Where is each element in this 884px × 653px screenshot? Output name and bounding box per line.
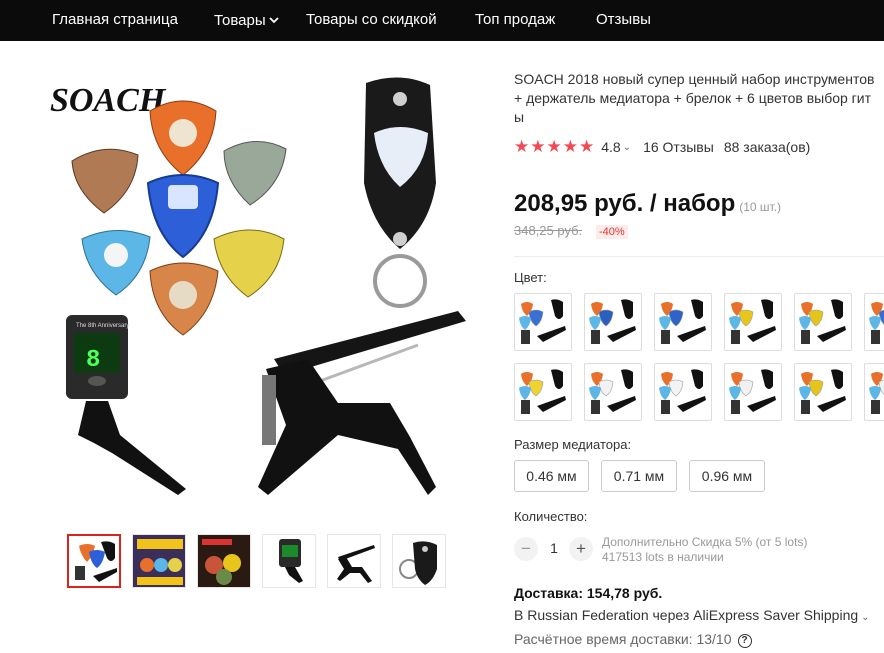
brand-logo: SOACH bbox=[50, 82, 167, 119]
chevron-down-icon[interactable]: ⌄ bbox=[623, 142, 631, 153]
nav-products-dropdown[interactable]: Товары bbox=[214, 0, 279, 41]
estimated-delivery: Расчётное время доставки: 13/10? bbox=[514, 631, 752, 648]
size-option-096[interactable]: 0.96 мм bbox=[689, 460, 765, 492]
old-price: 348,25 руб. bbox=[514, 223, 583, 238]
swatch-product-image bbox=[659, 369, 706, 414]
swatch-product-image bbox=[869, 372, 884, 414]
shipping-price: Доставка: 154,78 руб. bbox=[514, 585, 663, 601]
shipping-route-text: В Russian Federation через AliExpress Sa… bbox=[514, 607, 859, 623]
size-option-046[interactable]: 0.46 мм bbox=[514, 460, 589, 492]
color-swatch-5[interactable] bbox=[794, 293, 852, 351]
stock-availability: 417513 lots в наличии bbox=[602, 550, 724, 564]
color-swatch-3[interactable] bbox=[654, 293, 712, 351]
chevron-down-icon: ⌄ bbox=[861, 612, 870, 623]
swatch-product-image bbox=[729, 299, 776, 344]
quantity-info: Дополнительно Скидка 5% (от 5 lots) 4175… bbox=[602, 535, 807, 565]
thumbnail-1[interactable] bbox=[67, 534, 121, 588]
divider bbox=[514, 256, 884, 257]
snap-button bbox=[393, 232, 407, 246]
rating-score[interactable]: 4.8 bbox=[601, 139, 620, 155]
capo-pad bbox=[262, 375, 276, 445]
swatch-product-image bbox=[799, 299, 846, 344]
current-price: 208,95 руб. / набор (10 шт.) bbox=[514, 190, 781, 218]
bulk-discount-note: Дополнительно Скидка 5% (от 5 lots) bbox=[602, 535, 808, 549]
leather-keychain bbox=[364, 77, 436, 308]
thumbnail-4[interactable] bbox=[262, 534, 316, 588]
top-navigation-bar: Главная страница Товары Товары со скидко… bbox=[0, 0, 884, 41]
quantity-increase-button[interactable]: + bbox=[569, 537, 593, 561]
delivery-time-text: Расчётное время доставки: 13/10 bbox=[514, 631, 732, 647]
quantity-decrease-button[interactable]: − bbox=[514, 537, 538, 561]
picks-banner-image bbox=[133, 535, 185, 587]
discount-badge: -40% bbox=[596, 225, 628, 239]
price-value: 208,95 руб. / набор bbox=[514, 190, 736, 217]
swatch-product-image bbox=[589, 299, 636, 344]
pick-green-skull bbox=[223, 140, 287, 206]
color-swatch-7[interactable] bbox=[514, 363, 572, 421]
thumbnail-6[interactable] bbox=[392, 534, 446, 588]
snap-button bbox=[393, 92, 407, 106]
color-swatch-6[interactable] bbox=[864, 293, 884, 351]
color-swatch-8[interactable] bbox=[584, 363, 642, 421]
picks-collection-image bbox=[198, 535, 250, 587]
skull-icon bbox=[169, 119, 197, 147]
clip-on-tuner: The 8th Anniversary 8 bbox=[66, 315, 186, 495]
guitar-picks-group bbox=[71, 100, 287, 336]
quantity-input[interactable]: 1 bbox=[544, 540, 564, 556]
pick-holder-slot bbox=[168, 185, 198, 209]
tuner-image bbox=[279, 539, 303, 583]
quantity-label: Количество: bbox=[514, 509, 588, 524]
nav-home-link[interactable]: Главная страница bbox=[52, 0, 178, 41]
swatch-product-image bbox=[659, 299, 706, 344]
reviews-link[interactable]: 16 Отзывы bbox=[643, 139, 714, 155]
rating-row: ★★★★★ 4.8 ⌄ 16 Отзывы 88 заказа(ов) bbox=[514, 137, 810, 157]
product-title: SOACH 2018 новый супер ценный набор инст… bbox=[514, 71, 875, 125]
guitar-capo bbox=[258, 311, 466, 495]
product-set-image bbox=[75, 541, 117, 582]
pick-size-label: Размер медиатора: bbox=[514, 437, 632, 452]
swatch-product-image bbox=[869, 302, 884, 344]
nav-discounted-link[interactable]: Товары со скидкой bbox=[306, 0, 437, 41]
swatch-product-image bbox=[519, 299, 566, 344]
nav-products-label: Товары bbox=[214, 12, 266, 29]
main-product-image[interactable]: SOACH The 8th Anniversary 8 bbox=[38, 63, 486, 511]
thumbnail-2[interactable] bbox=[132, 534, 186, 588]
pick-holder-image bbox=[399, 541, 437, 585]
key-ring bbox=[373, 254, 427, 308]
help-icon[interactable]: ? bbox=[737, 634, 752, 648]
tuner-button bbox=[88, 376, 106, 386]
tuner-clip bbox=[78, 401, 186, 495]
nav-reviews-link[interactable]: Отзывы bbox=[596, 0, 651, 41]
color-swatch-10[interactable] bbox=[724, 363, 782, 421]
color-swatch-4[interactable] bbox=[724, 293, 782, 351]
color-swatch-12[interactable] bbox=[864, 363, 884, 421]
color-swatch-9[interactable] bbox=[654, 363, 712, 421]
swatch-product-image bbox=[729, 369, 776, 414]
thumbnail-3[interactable] bbox=[197, 534, 251, 588]
thumbnail-5[interactable] bbox=[327, 534, 381, 588]
color-label: Цвет: bbox=[514, 270, 547, 285]
tuner-caption: The 8th Anniversary bbox=[76, 323, 129, 329]
color-swatch-11[interactable] bbox=[794, 363, 852, 421]
orders-count: 88 заказа(ов) bbox=[723, 139, 811, 155]
swatch-product-image bbox=[799, 369, 846, 414]
skull-icon bbox=[169, 281, 197, 309]
color-swatch-1[interactable] bbox=[514, 293, 572, 351]
shipping-method-dropdown[interactable]: В Russian Federation через AliExpress Sa… bbox=[514, 607, 870, 623]
color-swatch-2[interactable] bbox=[584, 293, 642, 351]
capo-image bbox=[337, 545, 375, 583]
swatch-product-image bbox=[589, 369, 636, 414]
chevron-down-icon bbox=[268, 0, 279, 39]
size-option-071[interactable]: 0.71 мм bbox=[601, 460, 677, 492]
pick-yellow-skull bbox=[213, 229, 285, 298]
panda-face bbox=[104, 243, 128, 267]
tuner-display: 8 bbox=[86, 347, 100, 374]
price-unit: (10 шт.) bbox=[739, 200, 782, 214]
swatch-product-image bbox=[519, 369, 566, 414]
capo-body bbox=[258, 359, 436, 495]
star-rating-icon: ★★★★★ bbox=[514, 137, 596, 156]
nav-top-sales-link[interactable]: Топ продаж bbox=[475, 0, 555, 41]
pick-brown-rider bbox=[71, 148, 139, 214]
